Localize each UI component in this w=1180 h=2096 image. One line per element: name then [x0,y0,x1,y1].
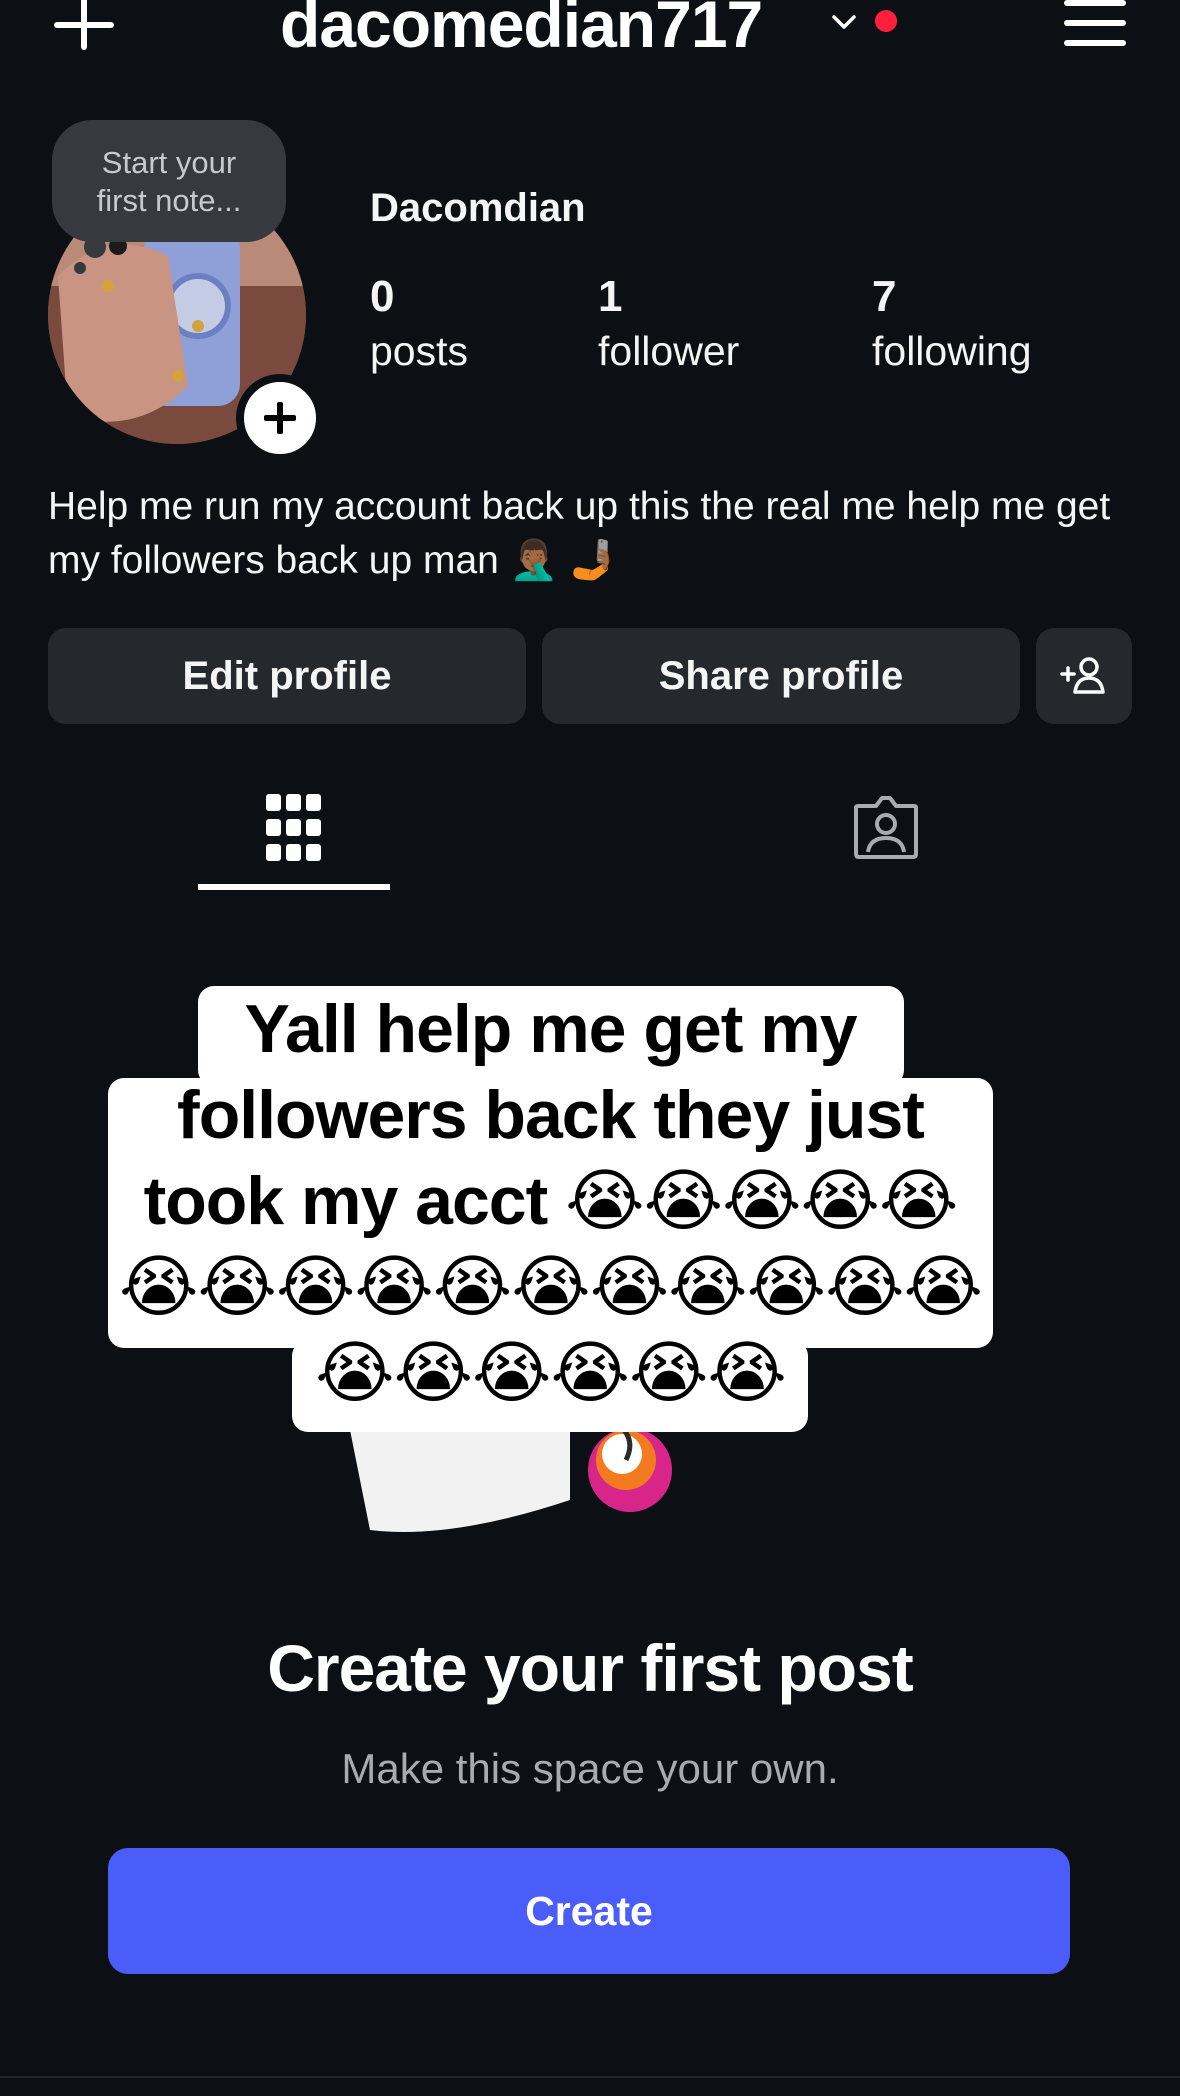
tab-tagged[interactable] [800,770,970,890]
profile-bio: Help me run my account back up this the … [48,485,1111,582]
stat-following[interactable]: 7 following [872,270,1032,378]
new-post-plus-icon[interactable] [50,0,120,56]
empty-state-subtitle: Make this space your own. [341,1745,839,1792]
hamburger-menu-icon[interactable] [1064,0,1126,48]
note-line-1: Start your [101,145,237,180]
stat-followers-label: follower [598,328,740,374]
note-line-2: first note... [96,183,242,218]
create-post-button[interactable]: Create [108,1848,1070,1974]
stat-posts[interactable]: 0 posts [370,270,468,378]
discover-people-button[interactable] [1036,628,1132,724]
add-person-icon [1060,657,1105,694]
stat-posts-value: 0 [370,272,395,321]
stat-posts-label: posts [370,328,468,374]
chevron-down-icon[interactable] [830,8,858,36]
stat-followers[interactable]: 1 follower [598,270,739,378]
caption-line-5: 😭😭😭😭😭😭 [315,1335,787,1411]
edit-profile-button[interactable]: Edit profile [48,628,526,724]
tab-posts-grid[interactable] [198,770,390,890]
caption-line-2: followers back they just [177,1077,925,1153]
stat-followers-value: 1 [598,272,623,321]
note-bubble-tail-small [74,262,86,274]
note-bubble[interactable]: Start your first note... [52,120,286,242]
add-story-plus-icon[interactable] [236,374,324,462]
notification-dot [875,10,897,32]
caption-line-1: Yall help me get my [244,991,857,1067]
grid-icon [266,794,321,861]
stat-following-label: following [872,328,1032,374]
display-name: Dacomdian [370,186,586,230]
account-username[interactable]: dacomedian717 [280,0,763,62]
share-profile-button[interactable]: Share profile [542,628,1020,724]
caption-line-3: took my acct 😭😭😭😭😭 [143,1163,959,1239]
bottom-divider [0,2076,1180,2078]
caption-line-4: 😭😭😭😭😭😭😭😭😭😭😭 [118,1249,983,1325]
stat-following-value: 7 [872,272,897,321]
note-bubble-tail [84,236,106,258]
tagged-person-icon [854,796,918,859]
active-tab-indicator [198,884,390,890]
empty-state-title: Create your first post [267,1631,913,1705]
